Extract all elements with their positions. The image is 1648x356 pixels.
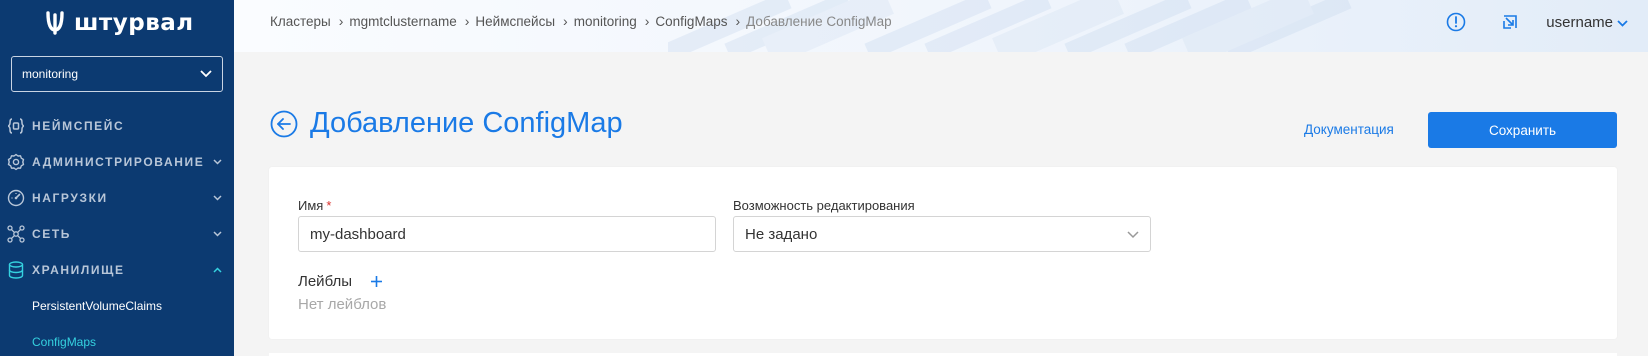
breadcrumb-separator-icon: › xyxy=(464,13,470,29)
breadcrumb-item-configmaps[interactable]: ConfigMaps xyxy=(655,14,727,29)
name-input[interactable] xyxy=(298,216,716,252)
chevron-down-icon xyxy=(1127,226,1139,243)
database-icon xyxy=(7,261,25,279)
name-label-text: Имя xyxy=(298,198,324,213)
chevron-up-icon xyxy=(210,267,224,273)
labels-title: Лейблы xyxy=(298,273,353,290)
sidebar-item-administration[interactable]: Администрирование xyxy=(0,144,234,180)
sidebar-item-label: Сеть xyxy=(32,227,72,241)
labels-empty-text: Нет лейблов xyxy=(298,296,387,313)
namespace-select[interactable]: monitoring xyxy=(11,56,223,92)
required-mark: * xyxy=(326,198,332,213)
chevron-down-icon xyxy=(210,231,224,237)
chevron-down-icon xyxy=(210,159,224,165)
helm-logo-icon xyxy=(44,11,66,35)
logo[interactable]: штурвал xyxy=(0,0,234,46)
open-external-icon[interactable] xyxy=(1498,10,1522,34)
form-card: Имя* Возможность редактирования Не задан… xyxy=(269,167,1617,339)
sidebar-item-namespace[interactable]: Неймспейс xyxy=(0,108,234,144)
sidebar-subitem-configmaps[interactable]: ConfigMaps xyxy=(0,324,234,356)
sidebar-item-storage[interactable]: Хранилище xyxy=(0,252,234,288)
gauge-icon xyxy=(7,189,25,207)
network-icon xyxy=(7,225,25,243)
breadcrumb-item-current: Добавление ConfigMap xyxy=(746,13,892,29)
sidebar-item-network[interactable]: Сеть xyxy=(0,216,234,252)
breadcrumb: Кластеры › mgmtclustername › Неймспейсы … xyxy=(270,13,892,29)
chevron-down-icon xyxy=(210,195,224,201)
sidebar-item-label: Неймспейс xyxy=(32,119,125,133)
topbar: Кластеры › mgmtclustername › Неймспейсы … xyxy=(234,0,1648,52)
breadcrumb-item-clusters[interactable]: Кластеры xyxy=(270,14,331,29)
breadcrumb-separator-icon: › xyxy=(563,13,568,29)
save-button[interactable]: Сохранить xyxy=(1428,112,1617,148)
labels-section-header: Лейблы xyxy=(298,273,384,290)
editability-select-value: Не задано xyxy=(745,225,818,243)
user-menu[interactable]: username xyxy=(1546,14,1628,31)
editability-field-label: Возможность редактирования xyxy=(733,198,915,213)
sidebar-item-label: Администрирование xyxy=(32,155,205,169)
gear-icon xyxy=(7,153,25,171)
sidebar: штурвал monitoring Неймспейс xyxy=(0,0,234,356)
sidebar-nav: Неймспейс Администрирование xyxy=(0,108,234,356)
name-field-label: Имя * xyxy=(298,198,331,213)
sidebar-item-label: Хранилище xyxy=(32,263,125,277)
alert-icon[interactable] xyxy=(1444,10,1468,34)
chevron-down-icon xyxy=(200,67,212,81)
namespace-braces-icon xyxy=(7,117,25,135)
breadcrumb-item-namespace[interactable]: monitoring xyxy=(574,14,637,29)
breadcrumb-separator-icon: › xyxy=(735,13,741,29)
page-title: Добавление ConfigMap xyxy=(310,107,623,139)
chevron-down-icon xyxy=(1617,14,1628,31)
logo-text: штурвал xyxy=(74,10,194,36)
page-header: Добавление ConfigMap xyxy=(270,107,623,140)
documentation-link[interactable]: Документация xyxy=(1304,122,1394,137)
editability-select[interactable]: Не задано xyxy=(733,216,1151,252)
username: username xyxy=(1546,13,1613,31)
namespace-select-value: monitoring xyxy=(22,67,79,81)
add-label-plus-icon[interactable] xyxy=(368,274,384,290)
topbar-actions: username xyxy=(1414,10,1628,34)
sidebar-subitem-persistentvolumeclaims[interactable]: PersistentVolumeClaims xyxy=(0,288,234,324)
breadcrumb-separator-icon: › xyxy=(338,13,344,29)
sidebar-item-workloads[interactable]: Нагрузки xyxy=(0,180,234,216)
breadcrumb-separator-icon: › xyxy=(644,13,650,29)
sidebar-item-label: Нагрузки xyxy=(32,191,108,205)
back-arrow-icon[interactable] xyxy=(270,110,298,138)
breadcrumb-item-namespaces[interactable]: Неймспейсы xyxy=(475,14,555,29)
breadcrumb-item-cluster[interactable]: mgmtclustername xyxy=(349,14,456,29)
